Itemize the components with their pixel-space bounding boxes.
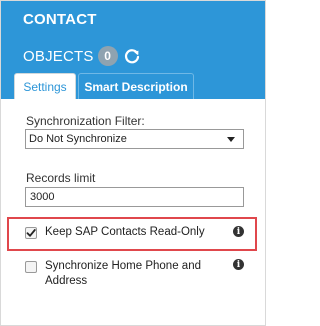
records-limit-input[interactable]	[25, 187, 244, 207]
info-icon[interactable]: i	[233, 259, 244, 270]
panel-title: CONTACT	[23, 11, 97, 28]
check-icon	[26, 229, 36, 237]
sync-filter-label: Synchronization Filter:	[26, 114, 145, 128]
refresh-icon[interactable]	[123, 47, 141, 65]
records-limit-label: Records limit	[26, 171, 96, 185]
sync-filter-value: Do Not Synchronize	[29, 133, 127, 145]
objects-count-badge: 0	[97, 46, 118, 66]
tab-smart-description[interactable]: Smart Description	[78, 73, 194, 99]
keep-read-only-checkbox[interactable]	[25, 227, 37, 239]
panel-header: CONTACT OBJECTS 0 Settings Smart Descrip…	[1, 1, 265, 99]
objects-row: OBJECTS 0	[23, 45, 141, 67]
info-icon[interactable]: i	[233, 226, 244, 237]
tab-settings[interactable]: Settings	[14, 73, 76, 99]
chevron-down-icon	[227, 137, 235, 142]
contact-objects-panel: CONTACT OBJECTS 0 Settings Smart Descrip…	[0, 0, 266, 326]
sync-home-phone-checkbox[interactable]	[25, 261, 37, 273]
sync-filter-select[interactable]: Do Not Synchronize	[25, 129, 244, 149]
sync-home-phone-label: Synchronize Home Phone and Address	[45, 260, 201, 287]
panel-subtitle: OBJECTS	[23, 47, 94, 65]
keep-read-only-label: Keep SAP Contacts Read-Only	[45, 226, 205, 238]
